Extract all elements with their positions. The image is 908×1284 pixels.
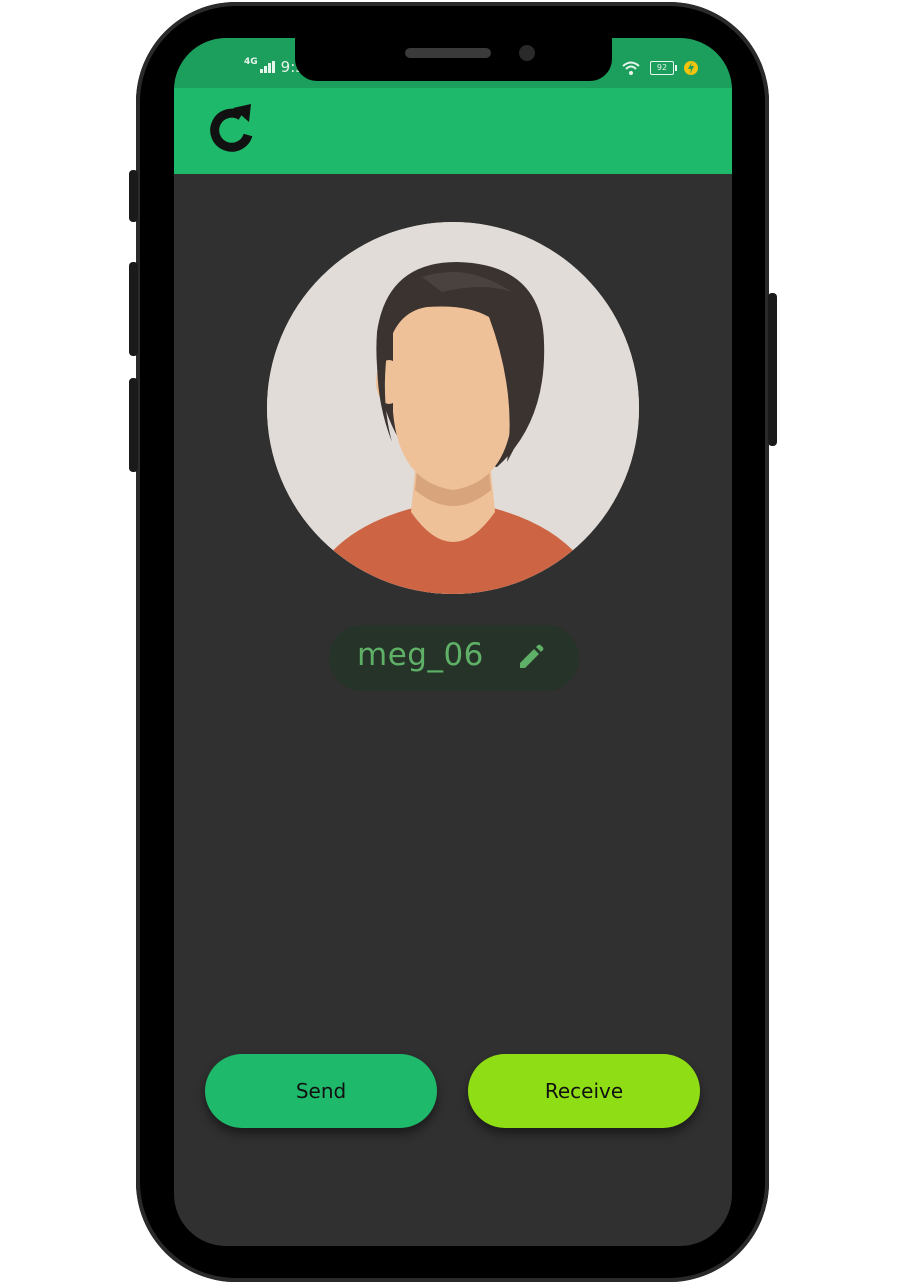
pencil-icon[interactable] xyxy=(515,643,545,673)
status-bar: 4G 9:51 92 xyxy=(174,38,732,88)
receive-button[interactable]: Receive xyxy=(468,1054,700,1128)
send-button[interactable]: Send xyxy=(205,1054,437,1128)
refresh-button[interactable] xyxy=(204,100,264,160)
battery-icon: 92 xyxy=(650,61,677,75)
signal-bars-icon xyxy=(259,61,275,73)
username-pill[interactable]: meg_06 xyxy=(329,625,579,691)
status-right: 92 xyxy=(622,60,698,76)
app-bar xyxy=(174,88,732,174)
power-button xyxy=(768,293,777,446)
stage: 4G 9:51 92 xyxy=(0,0,908,1284)
silent-switch xyxy=(129,170,138,222)
network-type: 4G xyxy=(244,56,258,67)
volume-up-button xyxy=(129,262,138,356)
female-avatar-icon xyxy=(267,222,639,594)
notch xyxy=(295,38,612,81)
volume-down-button xyxy=(129,378,138,472)
profile-avatar[interactable] xyxy=(267,222,639,594)
screen: 4G 9:51 92 xyxy=(174,38,732,1246)
charging-bolt-icon xyxy=(684,61,698,75)
speaker-grille xyxy=(405,48,491,58)
wifi-icon xyxy=(622,61,640,75)
username-label: meg_06 xyxy=(357,637,484,673)
front-camera xyxy=(519,45,535,61)
refresh-arrow-icon xyxy=(210,104,253,152)
